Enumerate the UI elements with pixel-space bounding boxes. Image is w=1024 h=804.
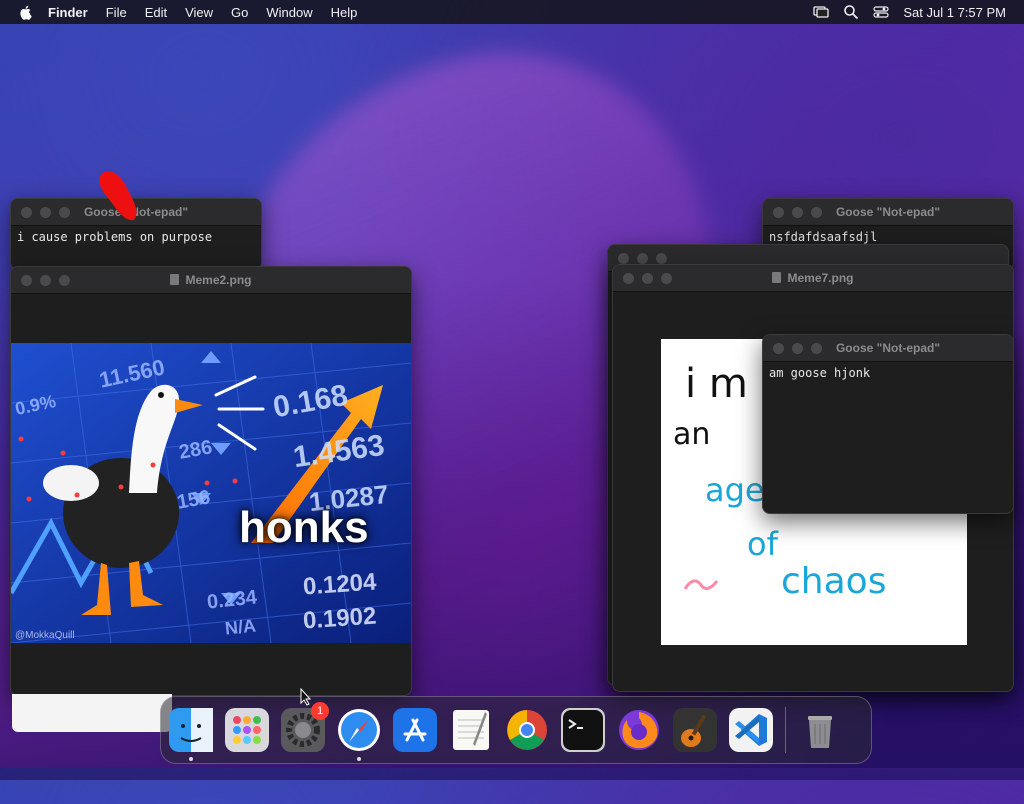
close-button [773, 343, 784, 354]
zoom-button [811, 343, 822, 354]
control-center-icon[interactable] [873, 4, 889, 20]
screen-mirroring-icon[interactable] [813, 4, 830, 20]
menu-file[interactable]: File [106, 5, 127, 20]
handwritten-line: i m [685, 361, 748, 407]
menu-bar: Finder File Edit View Go Window Help Sat… [0, 0, 1024, 24]
meme-caption: honks [239, 503, 369, 552]
vscode-icon[interactable] [729, 708, 773, 752]
handwritten-line: age [705, 471, 765, 509]
launchpad-icon[interactable] [225, 708, 269, 752]
safari-icon[interactable] [337, 708, 381, 761]
zoom-button [811, 207, 822, 218]
notification-badge: 1 [311, 702, 329, 720]
traffic-lights[interactable] [623, 273, 672, 284]
spotlight-search-icon[interactable] [843, 4, 859, 20]
menu-go[interactable]: Go [231, 5, 248, 20]
traffic-lights[interactable] [618, 253, 667, 264]
minimize-button [40, 207, 51, 218]
menu-edit[interactable]: Edit [145, 5, 167, 20]
handwritten-line: chaos [781, 561, 887, 602]
menu-app-name[interactable]: Finder [48, 5, 88, 20]
menu-view[interactable]: View [185, 5, 213, 20]
ticker-value: 0.1204 [302, 568, 378, 601]
close-button [21, 207, 32, 218]
notepad-window-front[interactable]: Goose "Not-epad" am goose hjonk [762, 334, 1014, 514]
window-title: Goose "Not-epad" [835, 341, 941, 355]
notepad-text[interactable]: am goose hjonk [763, 362, 1013, 384]
ticker-value: 0.1902 [302, 602, 378, 635]
minimize-button [792, 343, 803, 354]
chrome-icon[interactable] [505, 708, 549, 752]
ticker-value: N/A [223, 615, 257, 639]
finder-icon[interactable] [169, 708, 213, 761]
terminal-icon[interactable] [561, 708, 605, 752]
window-title: Goose "Not-epad" [835, 205, 941, 219]
window-titlebar[interactable]: Meme7.png [613, 265, 1013, 292]
minimize-button [792, 207, 803, 218]
pink-squiggle [683, 579, 719, 590]
trash-icon[interactable] [798, 708, 842, 752]
running-indicator [189, 757, 193, 761]
garageband-icon[interactable] [673, 708, 717, 752]
running-indicator [357, 757, 361, 761]
menu-window[interactable]: Window [266, 5, 312, 20]
close-button [21, 275, 32, 286]
notepad-text[interactable]: i cause problems on purpose [11, 226, 261, 248]
textedit-icon[interactable] [449, 708, 493, 752]
goose-mud-mark [99, 171, 137, 221]
meme-credit: @MokkaQuill [15, 630, 75, 641]
app-store-icon[interactable] [393, 708, 437, 752]
apple-icon[interactable] [18, 4, 34, 20]
traffic-lights[interactable] [21, 275, 70, 286]
window-titlebar[interactable]: Goose "Not-epad" [763, 335, 1013, 362]
image-file-icon [772, 272, 782, 283]
zoom-button [59, 275, 70, 286]
minimize-button [40, 275, 51, 286]
traffic-lights[interactable] [21, 207, 70, 218]
handwritten-line: of [747, 525, 778, 563]
zoom-button [59, 207, 70, 218]
window-title: Meme2.png [185, 273, 252, 287]
mouse-cursor-icon [300, 688, 312, 706]
image-file-icon [170, 274, 180, 285]
handwritten-line: an [673, 417, 711, 452]
zoom-button [661, 273, 672, 284]
window-titlebar[interactable]: Meme2.png [11, 267, 411, 294]
system-settings-icon[interactable]: 1 [281, 702, 329, 752]
traffic-lights[interactable] [773, 207, 822, 218]
minimize-button [642, 273, 653, 284]
firefox-icon[interactable] [617, 708, 661, 752]
dock-separator [785, 707, 786, 753]
meme2-preview-window[interactable]: Meme2.png 11.560 0.9% 0.168 1.4563 1.028… [10, 266, 412, 696]
window-title: Meme7.png [787, 271, 854, 285]
close-button [623, 273, 634, 284]
window-titlebar[interactable]: Goose "Not-epad" [763, 199, 1013, 226]
meme2-image: 11.560 0.9% 0.168 1.4563 1.0287 0.1204 0… [11, 343, 411, 643]
menu-help[interactable]: Help [331, 5, 358, 20]
dock: 1 [160, 696, 872, 764]
menu-clock[interactable]: Sat Jul 1 7:57 PM [903, 5, 1006, 20]
close-button [773, 207, 784, 218]
paper-window-fragment[interactable] [12, 694, 172, 732]
traffic-lights[interactable] [773, 343, 822, 354]
